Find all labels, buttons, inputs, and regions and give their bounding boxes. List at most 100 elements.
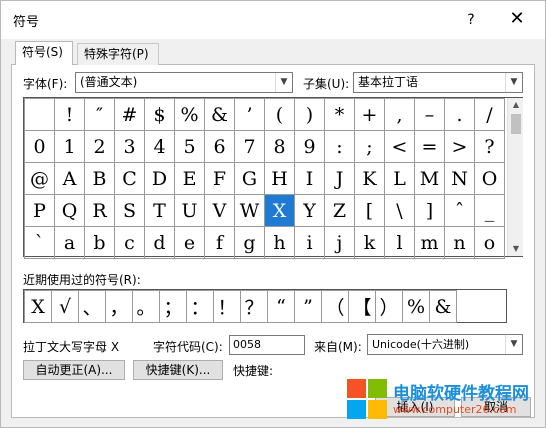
- symbol-cell[interactable]: e: [174, 226, 205, 259]
- symbol-cell[interactable]: C: [114, 162, 145, 195]
- symbol-cell[interactable]: M: [414, 162, 445, 195]
- symbol-cell[interactable]: X: [264, 194, 295, 227]
- symbol-cell[interactable]: o: [474, 226, 505, 259]
- symbol-cell[interactable]: *: [324, 98, 355, 131]
- symbol-cell[interactable]: ]: [414, 194, 445, 227]
- symbol-cell[interactable]: O: [474, 162, 505, 195]
- symbol-cell[interactable]: c: [114, 226, 145, 259]
- chevron-down-icon[interactable]: ▼: [505, 73, 522, 92]
- recent-symbol-cell[interactable]: ：: [186, 290, 214, 323]
- subset-select[interactable]: 基本拉丁语 ▼: [353, 72, 523, 93]
- symbol-cell[interactable]: !: [54, 98, 85, 131]
- symbol-cell[interactable]: f: [204, 226, 235, 259]
- recent-symbol-cell[interactable]: ”: [294, 290, 322, 323]
- symbol-cell[interactable]: F: [204, 162, 235, 195]
- symbol-cell[interactable]: =: [414, 130, 445, 163]
- symbol-cell[interactable]: H: [264, 162, 295, 195]
- symbol-cell[interactable]: ;: [354, 130, 385, 163]
- symbol-cell[interactable]: h: [264, 226, 295, 259]
- symbol-cell[interactable]: –: [414, 98, 445, 131]
- tab-special-characters[interactable]: 特殊字符(P): [77, 43, 159, 65]
- symbol-cell[interactable]: k: [354, 226, 385, 259]
- symbol-cell[interactable]: ″: [84, 98, 115, 131]
- symbol-cell[interactable]: S: [114, 194, 145, 227]
- symbol-cell[interactable]: (: [264, 98, 295, 131]
- symbol-cell[interactable]: T: [144, 194, 175, 227]
- symbol-cell[interactable]: K: [354, 162, 385, 195]
- symbol-cell[interactable]: V: [204, 194, 235, 227]
- symbol-cell[interactable]: ): [294, 98, 325, 131]
- recent-symbol-cell[interactable]: &: [429, 290, 457, 323]
- tab-symbols[interactable]: 符号(S): [15, 41, 73, 65]
- recent-symbol-cell[interactable]: 、: [78, 290, 106, 323]
- symbol-cell[interactable]: g: [234, 226, 265, 259]
- recent-symbol-cell[interactable]: √: [51, 290, 79, 323]
- symbol-cell[interactable]: G: [234, 162, 265, 195]
- recent-symbol-cell[interactable]: ；: [159, 290, 187, 323]
- symbol-cell[interactable]: 4: [144, 130, 175, 163]
- symbol-cell[interactable]: j: [324, 226, 355, 259]
- char-code-input[interactable]: 0058: [229, 335, 305, 355]
- symbol-cell[interactable]: %: [174, 98, 205, 131]
- symbol-cell[interactable]: `: [24, 226, 55, 259]
- symbol-cell[interactable]: ˆ: [444, 194, 475, 227]
- symbol-cell[interactable]: B: [84, 162, 115, 195]
- symbol-cell[interactable]: $: [144, 98, 175, 131]
- symbol-cell[interactable]: A: [54, 162, 85, 195]
- symbol-cell[interactable]: \: [384, 194, 415, 227]
- symbol-cell[interactable]: m: [414, 226, 445, 259]
- symbol-cell[interactable]: :: [324, 130, 355, 163]
- symbol-cell[interactable]: a: [54, 226, 85, 259]
- symbol-cell[interactable]: /: [474, 98, 505, 131]
- symbol-cell[interactable]: Q: [54, 194, 85, 227]
- symbol-cell[interactable]: N: [444, 162, 475, 195]
- symbol-cell[interactable]: +: [354, 98, 385, 131]
- symbol-cell[interactable]: U: [174, 194, 205, 227]
- symbol-cell[interactable]: [24, 98, 55, 131]
- recent-symbol-cell[interactable]: 【: [348, 290, 376, 323]
- symbol-cell[interactable]: 2: [84, 130, 115, 163]
- symbol-cell[interactable]: .: [444, 98, 475, 131]
- recent-symbol-cell[interactable]: “: [267, 290, 295, 323]
- symbol-cell[interactable]: b: [84, 226, 115, 259]
- symbol-cell[interactable]: ,: [384, 98, 415, 131]
- recent-symbol-cell[interactable]: ！: [213, 290, 241, 323]
- symbol-cell[interactable]: E: [174, 162, 205, 195]
- symbol-cell[interactable]: I: [294, 162, 325, 195]
- symbol-cell[interactable]: <: [384, 130, 415, 163]
- symbol-cell[interactable]: Z: [324, 194, 355, 227]
- symbol-cell[interactable]: P: [24, 194, 55, 227]
- recent-symbol-cell[interactable]: ，: [105, 290, 133, 323]
- symbol-cell[interactable]: 3: [114, 130, 145, 163]
- symbol-cell[interactable]: n: [444, 226, 475, 259]
- symbol-cell[interactable]: 9: [294, 130, 325, 163]
- symbol-cell[interactable]: d: [144, 226, 175, 259]
- recent-symbol-cell[interactable]: ）: [375, 290, 403, 323]
- symbol-cell[interactable]: 0: [24, 130, 55, 163]
- chevron-down-icon[interactable]: ▼: [505, 335, 522, 354]
- symbol-cell[interactable]: R: [84, 194, 115, 227]
- recent-symbol-cell[interactable]: %: [402, 290, 430, 323]
- recent-symbol-cell[interactable]: ？: [240, 290, 268, 323]
- scroll-thumb[interactable]: [511, 114, 521, 134]
- recent-symbol-cell[interactable]: （: [321, 290, 349, 323]
- close-button[interactable]: ✕: [503, 9, 531, 31]
- scroll-up-icon[interactable]: ▲: [508, 98, 524, 112]
- symbol-grid-scrollbar[interactable]: ▲ ▼: [507, 98, 523, 256]
- symbol-cell[interactable]: 1: [54, 130, 85, 163]
- symbol-cell[interactable]: Y: [294, 194, 325, 227]
- recent-symbol-cell[interactable]: X: [24, 290, 52, 323]
- from-select[interactable]: Unicode(十六进制) ▼: [367, 334, 523, 355]
- help-button[interactable]: ?: [459, 9, 483, 31]
- symbol-cell[interactable]: &: [204, 98, 235, 131]
- symbol-cell[interactable]: @: [24, 162, 55, 195]
- symbol-cell[interactable]: J: [324, 162, 355, 195]
- font-select[interactable]: (普通文本) ▼: [75, 72, 293, 93]
- symbol-cell[interactable]: ?: [474, 130, 505, 163]
- symbol-cell[interactable]: 7: [234, 130, 265, 163]
- autocorrect-button[interactable]: 自动更正(A)...: [23, 360, 125, 380]
- symbol-cell[interactable]: [: [354, 194, 385, 227]
- symbol-cell[interactable]: 5: [174, 130, 205, 163]
- symbol-cell[interactable]: l: [384, 226, 415, 259]
- symbol-cell[interactable]: W: [234, 194, 265, 227]
